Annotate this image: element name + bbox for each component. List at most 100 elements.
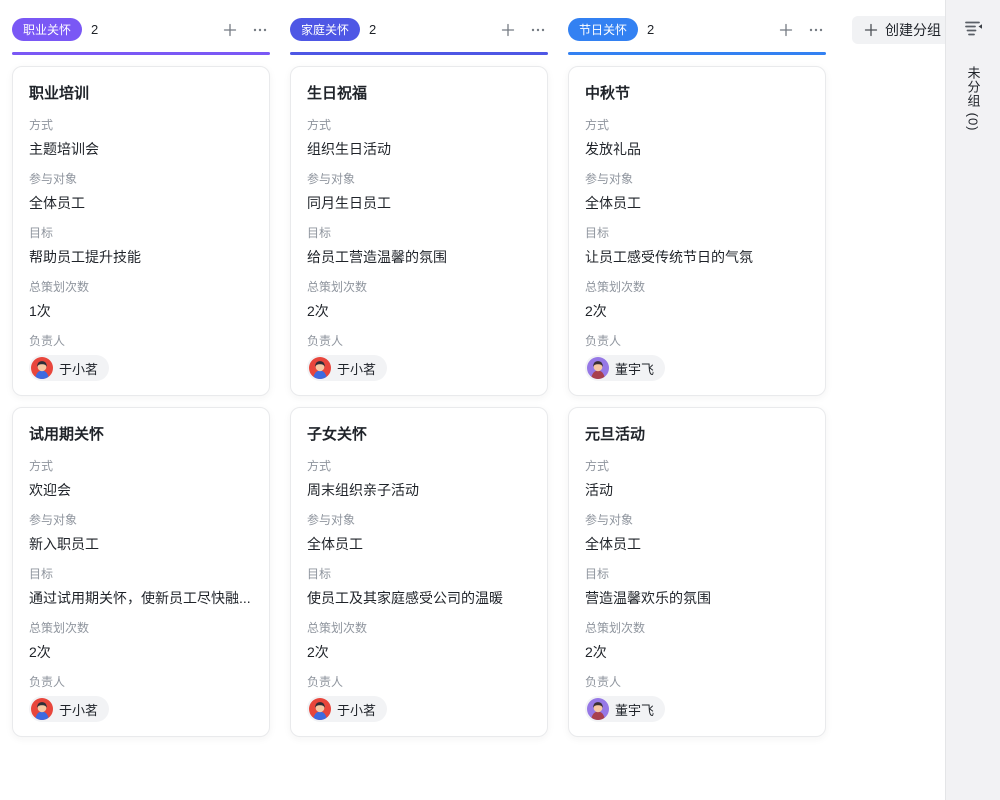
plus-icon bbox=[864, 23, 878, 37]
group-color-bar bbox=[568, 52, 826, 55]
group-header: 节日关怀 2 bbox=[568, 16, 826, 43]
field-value-total-count: 2次 bbox=[585, 642, 809, 662]
field-value-method: 活动 bbox=[585, 480, 809, 500]
collapse-list-icon bbox=[961, 16, 985, 40]
field-label-owner: 负责人 bbox=[29, 675, 253, 690]
field-label-total-count: 总策划次数 bbox=[585, 621, 809, 636]
field-label-method: 方式 bbox=[585, 459, 809, 474]
field-label-goal: 目标 bbox=[29, 226, 253, 241]
avatar bbox=[587, 698, 609, 720]
record-card[interactable]: 中秋节 方式 发放礼品 参与对象 全体员工 目标 让员工感受传统节日的气氛 总策… bbox=[568, 66, 826, 396]
field-value-method: 欢迎会 bbox=[29, 480, 253, 500]
field-label-total-count: 总策划次数 bbox=[29, 280, 253, 295]
card-title: 元旦活动 bbox=[585, 424, 809, 446]
assignee-name: 于小茗 bbox=[337, 359, 376, 378]
add-record-button[interactable] bbox=[498, 20, 518, 40]
collapse-panel-button[interactable] bbox=[957, 12, 989, 44]
group-tag[interactable]: 节日关怀 bbox=[568, 18, 638, 41]
field-value-goal: 营造温馨欢乐的氛围 bbox=[585, 588, 809, 608]
field-label-method: 方式 bbox=[29, 118, 253, 133]
assignee-chip: 于小茗 bbox=[29, 355, 109, 381]
assignee-chip: 董宇飞 bbox=[585, 355, 665, 381]
field-label-participants: 参与对象 bbox=[307, 513, 531, 528]
kanban-column-2: 家庭关怀 2 生日祝福 方式 组织生日活动 参与对象 同月生日员工 目标 给员工… bbox=[290, 16, 548, 737]
record-card[interactable]: 子女关怀 方式 周末组织亲子活动 参与对象 全体员工 目标 使员工及其家庭感受公… bbox=[290, 407, 548, 737]
field-value-participants: 全体员工 bbox=[585, 534, 809, 554]
record-card[interactable]: 试用期关怀 方式 欢迎会 参与对象 新入职员工 目标 通过试用期关怀，使新员工尽… bbox=[12, 407, 270, 737]
field-label-owner: 负责人 bbox=[585, 675, 809, 690]
field-value-total-count: 1次 bbox=[29, 301, 253, 321]
create-group-label: 创建分组 bbox=[885, 20, 941, 40]
field-label-owner: 负责人 bbox=[307, 334, 531, 349]
field-value-participants: 全体员工 bbox=[585, 193, 809, 213]
field-label-owner: 负责人 bbox=[585, 334, 809, 349]
group-header: 职业关怀 2 bbox=[12, 16, 270, 43]
assignee-chip: 于小茗 bbox=[29, 696, 109, 722]
field-value-total-count: 2次 bbox=[307, 301, 531, 321]
group-more-button[interactable] bbox=[806, 20, 826, 40]
field-label-total-count: 总策划次数 bbox=[307, 280, 531, 295]
group-tag[interactable]: 职业关怀 bbox=[12, 18, 82, 41]
group-count: 2 bbox=[369, 22, 376, 37]
group-header: 家庭关怀 2 bbox=[290, 16, 548, 43]
assignee-name: 董宇飞 bbox=[615, 359, 654, 378]
group-color-bar bbox=[12, 52, 270, 55]
avatar bbox=[309, 357, 331, 379]
group-count: 2 bbox=[91, 22, 98, 37]
field-label-total-count: 总策划次数 bbox=[29, 621, 253, 636]
plus-icon bbox=[222, 22, 238, 38]
field-value-participants: 全体员工 bbox=[307, 534, 531, 554]
add-record-button[interactable] bbox=[776, 20, 796, 40]
card-title: 子女关怀 bbox=[307, 424, 531, 446]
field-value-total-count: 2次 bbox=[29, 642, 253, 662]
field-label-owner: 负责人 bbox=[29, 334, 253, 349]
assignee-chip: 于小茗 bbox=[307, 355, 387, 381]
field-value-method: 发放礼品 bbox=[585, 139, 809, 159]
create-group-button[interactable]: 创建分组 bbox=[852, 16, 953, 44]
hidden-groups-panel: 未分组 (0) bbox=[945, 0, 1000, 800]
ellipsis-icon bbox=[530, 22, 546, 38]
add-record-button[interactable] bbox=[220, 20, 240, 40]
record-card[interactable]: 元旦活动 方式 活动 参与对象 全体员工 目标 营造温馨欢乐的氛围 总策划次数 … bbox=[568, 407, 826, 737]
plus-icon bbox=[778, 22, 794, 38]
group-more-button[interactable] bbox=[528, 20, 548, 40]
field-value-goal: 通过试用期关怀，使新员工尽快融... bbox=[29, 588, 253, 608]
card-title: 试用期关怀 bbox=[29, 424, 253, 446]
field-value-method: 主题培训会 bbox=[29, 139, 253, 159]
assignee-name: 于小茗 bbox=[59, 359, 98, 378]
field-label-method: 方式 bbox=[29, 459, 253, 474]
group-tag[interactable]: 家庭关怀 bbox=[290, 18, 360, 41]
field-value-goal: 给员工营造温馨的氛围 bbox=[307, 247, 531, 267]
field-value-goal: 让员工感受传统节日的气氛 bbox=[585, 247, 809, 267]
field-value-participants: 新入职员工 bbox=[29, 534, 253, 554]
avatar bbox=[309, 698, 331, 720]
kanban-board: 职业关怀 2 职业培训 方式 主题培训会 参与对象 全体员工 目标 帮助员工提升… bbox=[0, 0, 1000, 737]
avatar bbox=[31, 698, 53, 720]
field-label-goal: 目标 bbox=[307, 567, 531, 582]
card-title: 生日祝福 bbox=[307, 83, 531, 105]
field-label-participants: 参与对象 bbox=[29, 172, 253, 187]
field-label-goal: 目标 bbox=[585, 226, 809, 241]
record-card[interactable]: 生日祝福 方式 组织生日活动 参与对象 同月生日员工 目标 给员工营造温馨的氛围… bbox=[290, 66, 548, 396]
avatar bbox=[31, 357, 53, 379]
field-label-goal: 目标 bbox=[585, 567, 809, 582]
record-card[interactable]: 职业培训 方式 主题培训会 参与对象 全体员工 目标 帮助员工提升技能 总策划次… bbox=[12, 66, 270, 396]
card-title: 中秋节 bbox=[585, 83, 809, 105]
ellipsis-icon bbox=[808, 22, 824, 38]
field-label-method: 方式 bbox=[307, 459, 531, 474]
assignee-name: 于小茗 bbox=[59, 700, 98, 719]
field-value-participants: 全体员工 bbox=[29, 193, 253, 213]
group-count: 2 bbox=[647, 22, 654, 37]
group-more-button[interactable] bbox=[250, 20, 270, 40]
field-label-participants: 参与对象 bbox=[585, 172, 809, 187]
ungrouped-panel-label[interactable]: 未分组 (0) bbox=[964, 66, 983, 132]
field-label-goal: 目标 bbox=[29, 567, 253, 582]
field-value-total-count: 2次 bbox=[307, 642, 531, 662]
field-label-goal: 目标 bbox=[307, 226, 531, 241]
field-label-participants: 参与对象 bbox=[29, 513, 253, 528]
kanban-column-1: 职业关怀 2 职业培训 方式 主题培训会 参与对象 全体员工 目标 帮助员工提升… bbox=[12, 16, 270, 737]
group-color-bar bbox=[290, 52, 548, 55]
assignee-chip: 董宇飞 bbox=[585, 696, 665, 722]
avatar bbox=[587, 357, 609, 379]
assignee-name: 于小茗 bbox=[337, 700, 376, 719]
